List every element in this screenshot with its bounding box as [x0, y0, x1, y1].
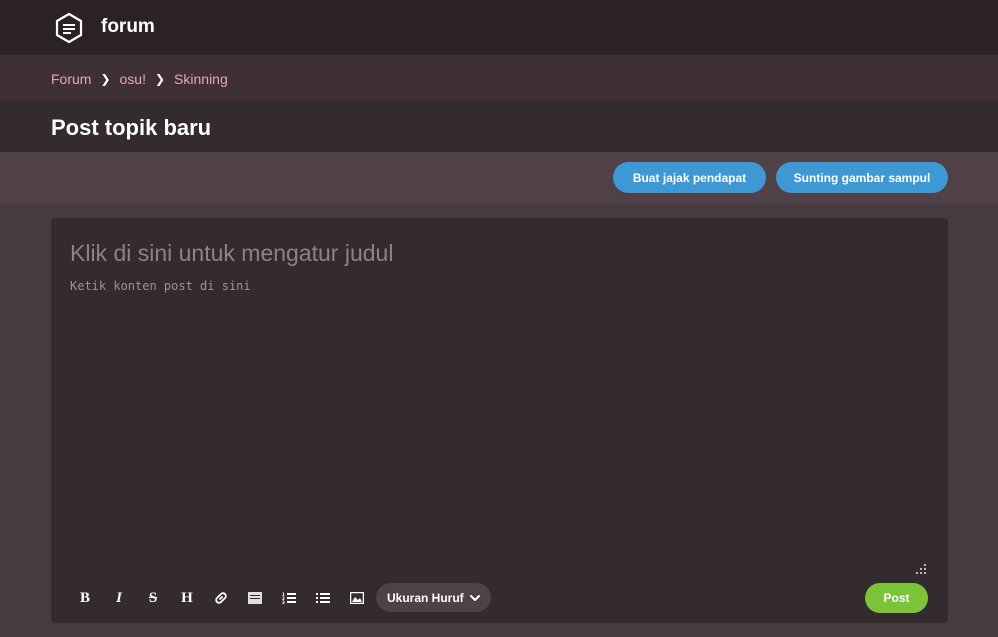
link-icon [215, 592, 227, 604]
title-input[interactable]: Klik di sini untuk mengatur judul [70, 240, 393, 267]
ordered-list-icon: 1 2 3 [282, 592, 296, 605]
italic-button[interactable]: I [109, 588, 129, 608]
ordered-list-button[interactable]: 1 2 3 [279, 588, 299, 608]
unordered-list-icon [316, 592, 330, 603]
content-textarea[interactable]: Ketik konten post di sini [70, 279, 251, 293]
font-size-label: Ukuran Huruf [387, 590, 464, 605]
create-poll-button[interactable]: Buat jajak pendapat [613, 162, 766, 193]
bold-icon: B [79, 589, 90, 606]
spoiler-button[interactable] [245, 588, 265, 608]
svg-text:3: 3 [282, 600, 285, 605]
brand-title[interactable]: forum [101, 16, 155, 38]
strikethrough-icon: S [148, 589, 158, 606]
heading-icon: H [181, 589, 193, 606]
resize-handle-icon[interactable] [915, 563, 927, 575]
forum-logo-icon[interactable] [53, 12, 85, 44]
heading-button[interactable]: H [177, 588, 197, 608]
breadcrumb-item-skinning[interactable]: Skinning [174, 71, 228, 87]
breadcrumb-item-osu[interactable]: osu! [120, 71, 146, 87]
page-title: Post topik baru [51, 115, 212, 140]
image-icon [350, 592, 364, 604]
image-button[interactable] [347, 588, 367, 608]
breadcrumb: Forum ❯ osu! ❯ Skinning [51, 71, 228, 87]
post-button[interactable]: Post [865, 583, 928, 613]
link-button[interactable] [211, 588, 231, 608]
strikethrough-button[interactable]: S [143, 588, 163, 608]
edit-cover-button[interactable]: Sunting gambar sampul [776, 162, 948, 193]
chevron-right-icon: ❯ [154, 72, 166, 86]
bold-button[interactable]: B [75, 588, 95, 608]
breadcrumb-item-forum[interactable]: Forum [51, 71, 91, 87]
chevron-right-icon: ❯ [100, 72, 111, 86]
font-size-dropdown[interactable]: Ukuran Huruf [376, 583, 491, 612]
italic-icon: I [116, 589, 122, 606]
spoiler-box-icon [248, 592, 262, 604]
chevron-down-icon [470, 595, 480, 601]
unordered-list-button[interactable] [313, 588, 333, 608]
